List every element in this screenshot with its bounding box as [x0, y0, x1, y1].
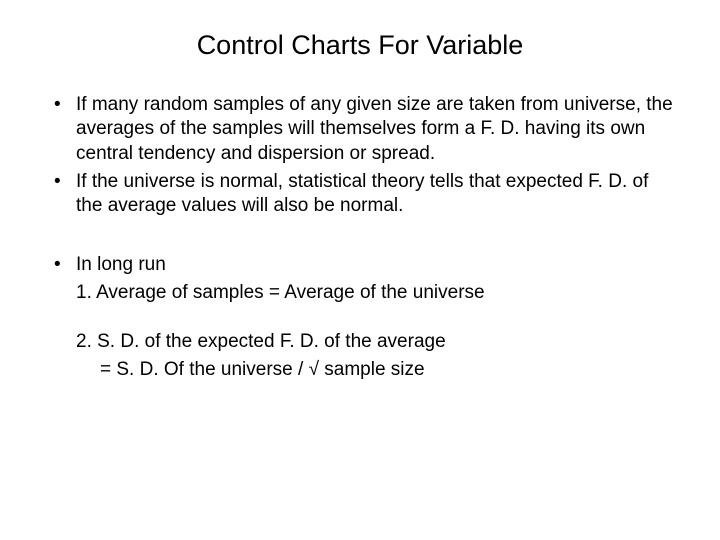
- bullet-item: In long run: [40, 253, 680, 277]
- bullet-item: If many random samples of any given size…: [40, 93, 680, 166]
- bullet-item: If the universe is normal, statistical t…: [40, 170, 680, 219]
- sub-item: 2. S. D. of the expected F. D. of the av…: [40, 330, 680, 354]
- bullet-text: If many random samples of any given size…: [76, 93, 680, 166]
- sub-item: 1. Average of samples = Average of the u…: [40, 281, 680, 305]
- bullet-list: In long run: [40, 253, 680, 277]
- bullet-list: If many random samples of any given size…: [40, 93, 680, 219]
- bullet-text: If the universe is normal, statistical t…: [76, 170, 680, 219]
- slide-title: Control Charts For Variable: [40, 30, 680, 61]
- sub-item-indent: = S. D. Of the universe / √ sample size: [40, 358, 680, 382]
- bullet-text: In long run: [76, 253, 680, 277]
